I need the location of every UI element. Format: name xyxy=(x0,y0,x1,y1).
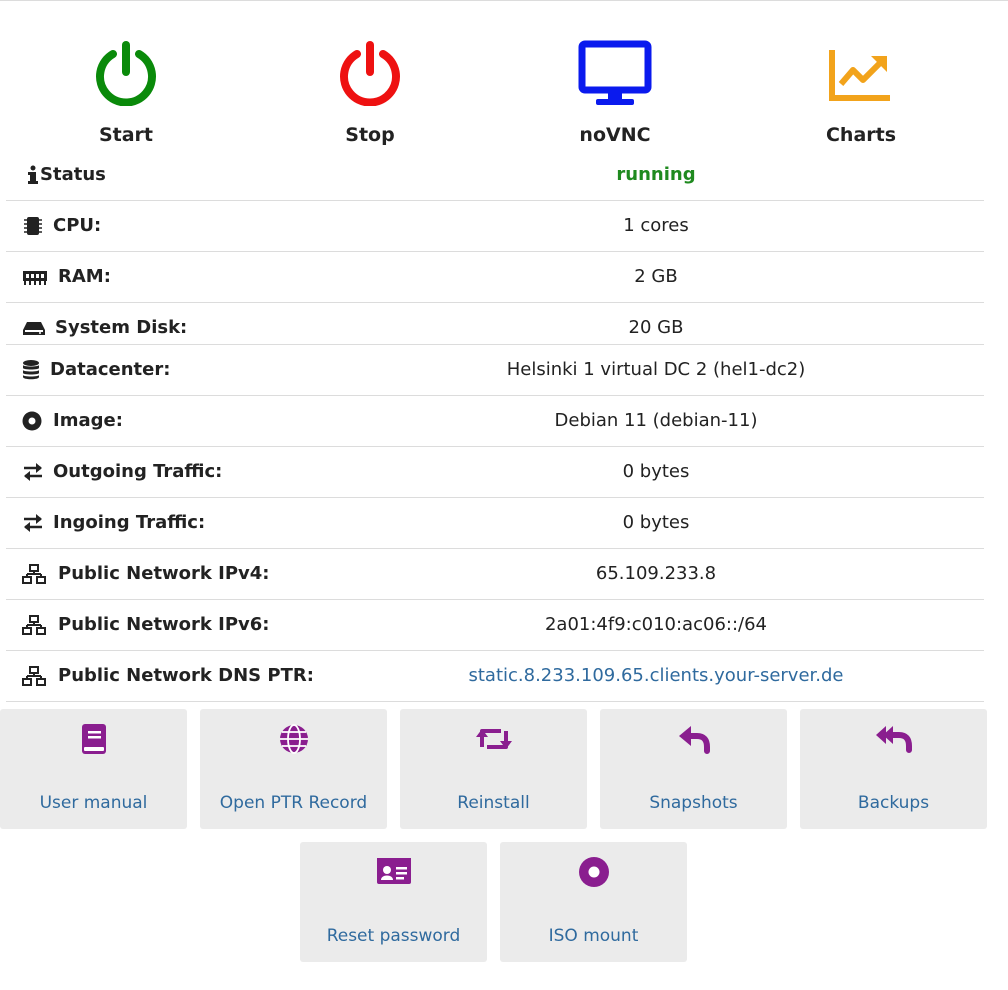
top-divider xyxy=(0,0,1008,1)
disc-icon xyxy=(22,411,42,431)
exchange-icon xyxy=(24,514,42,532)
ram-row: RAM: 2 GB xyxy=(6,252,984,303)
cpu-icon xyxy=(24,217,42,235)
novnc-label: noVNC xyxy=(579,124,651,146)
image-label: Image: xyxy=(53,410,123,431)
datacenter-label: Datacenter: xyxy=(50,359,171,380)
outgoing-traffic-label: Outgoing Traffic: xyxy=(53,461,223,482)
backups-label: Backups xyxy=(857,793,930,813)
start-label: Start xyxy=(98,124,154,146)
open-ptr-record-label: Open PTR Record xyxy=(219,793,368,813)
monitor-icon xyxy=(578,40,652,105)
stop-label: Stop xyxy=(345,124,395,146)
globe-icon xyxy=(279,724,308,754)
ingoing-traffic-row: Ingoing Traffic: 0 bytes xyxy=(6,498,984,549)
network-icon xyxy=(22,564,46,584)
status-label: Status xyxy=(40,164,106,185)
network-icon xyxy=(22,666,46,686)
novnc-action[interactable]: noVNC xyxy=(525,40,705,155)
status-row: Status running xyxy=(6,150,984,201)
id-card-icon xyxy=(376,858,411,884)
start-action[interactable]: Start xyxy=(36,40,216,155)
cpu-value: 1 cores xyxy=(623,215,689,236)
dns-ptr-label: Public Network DNS PTR: xyxy=(58,665,314,686)
exchange-icon xyxy=(24,463,42,481)
network-icon xyxy=(22,615,46,635)
ipv4-label: Public Network IPv4: xyxy=(58,563,270,584)
user-manual-button[interactable]: User manual xyxy=(0,709,187,829)
power-icon xyxy=(340,41,400,106)
book-icon xyxy=(81,724,106,754)
cpu-label: CPU: xyxy=(53,215,102,236)
disc-icon xyxy=(578,857,609,887)
open-ptr-record-button[interactable]: Open PTR Record xyxy=(200,709,387,829)
image-row: Image: Debian 11 (debian-11) xyxy=(6,396,984,447)
ingoing-traffic-value: 0 bytes xyxy=(622,512,690,533)
charts-label: Charts xyxy=(825,124,897,146)
ram-value: 2 GB xyxy=(634,266,678,287)
iso-mount-button[interactable]: ISO mount xyxy=(500,842,687,962)
snapshots-label: Snapshots xyxy=(649,793,738,813)
reply-icon xyxy=(678,726,710,754)
disk-label: System Disk: xyxy=(55,317,188,338)
server-actions: Start Stop noVNC Charts xyxy=(0,40,1008,155)
database-icon xyxy=(23,360,39,380)
reinstall-label: Reinstall xyxy=(457,793,530,813)
ipv4-value: 65.109.233.8 xyxy=(595,563,717,584)
ipv6-label: Public Network IPv6: xyxy=(58,614,270,635)
ipv6-row: Public Network IPv6: 2a01:4f9:c010:ac06:… xyxy=(6,600,984,651)
datacenter-row: Datacenter: Helsinki 1 virtual DC 2 (hel… xyxy=(6,345,984,396)
image-value: Debian 11 (debian-11) xyxy=(554,410,758,431)
disk-value: 20 GB xyxy=(628,317,684,338)
charts-action[interactable]: Charts xyxy=(771,40,951,155)
backups-button[interactable]: Backups xyxy=(800,709,987,829)
outgoing-traffic-value: 0 bytes xyxy=(622,461,690,482)
cpu-row: CPU: 1 cores xyxy=(6,201,984,252)
ram-label: RAM: xyxy=(58,266,111,287)
disk-row: System Disk: 20 GB xyxy=(6,303,984,345)
server-info-table: Status running CPU: 1 cores RAM: 2 GB Sy… xyxy=(6,150,984,702)
outgoing-traffic-row: Outgoing Traffic: 0 bytes xyxy=(6,447,984,498)
reset-password-label: Reset password xyxy=(326,926,461,946)
retweet-icon xyxy=(475,729,512,749)
power-icon xyxy=(96,41,156,106)
status-value: running xyxy=(616,164,696,185)
memory-icon xyxy=(23,271,47,285)
chart-line-icon xyxy=(829,50,890,101)
ipv6-value: 2a01:4f9:c010:ac06::/64 xyxy=(544,614,767,635)
ingoing-traffic-label: Ingoing Traffic: xyxy=(53,512,206,533)
reset-password-button[interactable]: Reset password xyxy=(300,842,487,962)
datacenter-value: Helsinki 1 virtual DC 2 (hel1-dc2) xyxy=(506,359,806,380)
snapshots-button[interactable]: Snapshots xyxy=(600,709,787,829)
dns-ptr-row: Public Network DNS PTR: static.8.233.109… xyxy=(6,651,984,702)
reply-all-icon xyxy=(875,726,912,753)
iso-mount-label: ISO mount xyxy=(548,926,639,946)
dns-ptr-link[interactable]: static.8.233.109.65.clients.your-server.… xyxy=(436,665,876,686)
ipv4-row: Public Network IPv4: 65.109.233.8 xyxy=(6,549,984,600)
user-manual-label: User manual xyxy=(39,793,148,813)
stop-action[interactable]: Stop xyxy=(280,40,460,155)
hdd-icon xyxy=(23,322,45,335)
reinstall-button[interactable]: Reinstall xyxy=(400,709,587,829)
